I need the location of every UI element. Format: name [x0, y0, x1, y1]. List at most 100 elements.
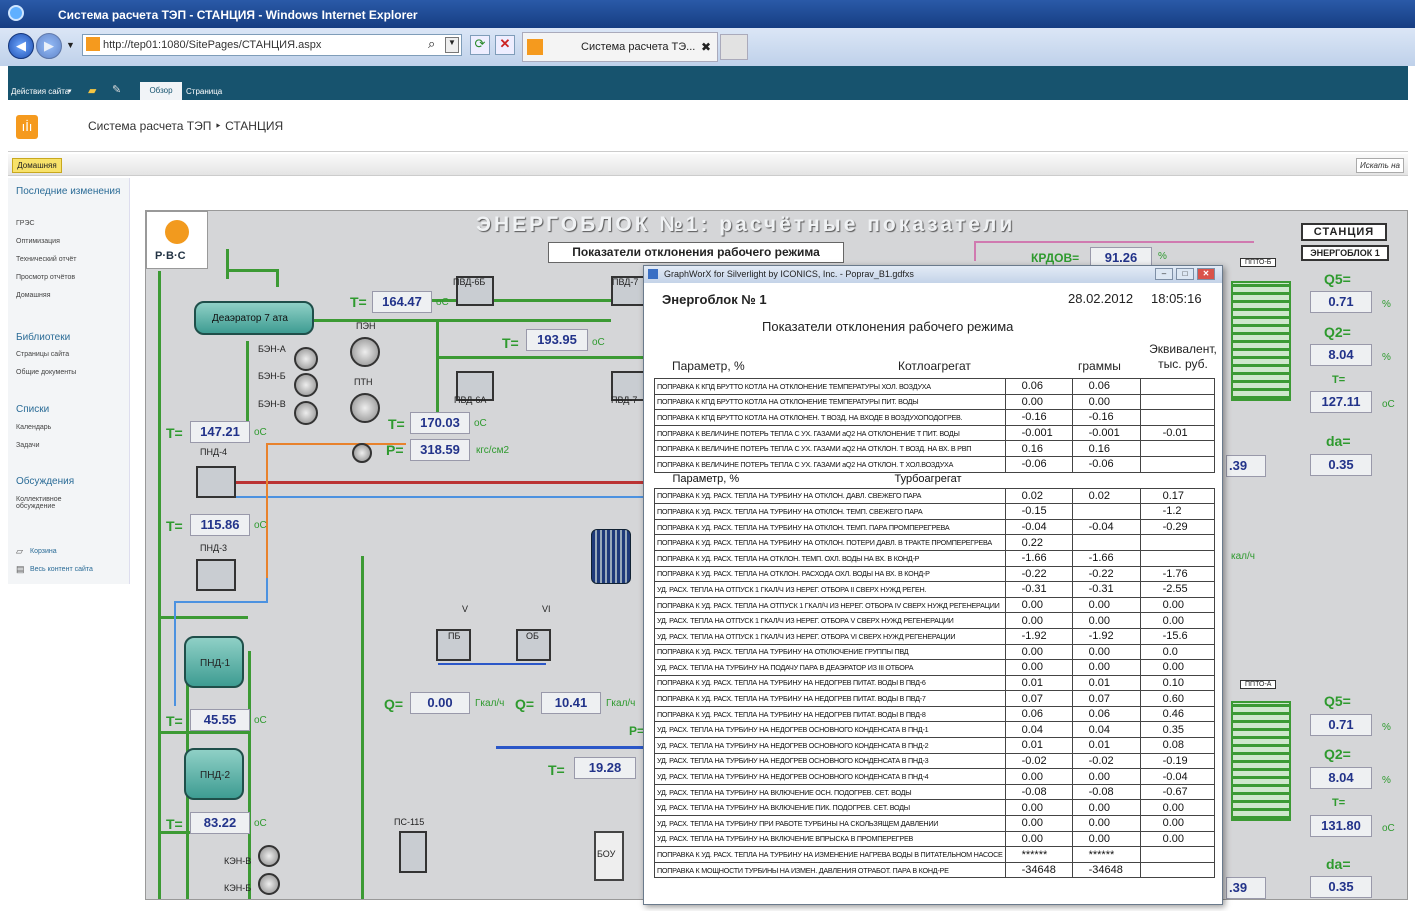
ben-a-pump[interactable] — [294, 347, 318, 371]
t-label: T= — [166, 425, 183, 441]
tab-page[interactable]: Страница — [186, 87, 222, 96]
nav-header-lists[interactable]: Списки — [16, 404, 126, 415]
t-label: T= — [502, 335, 519, 351]
close-icon[interactable]: ✕ — [1197, 268, 1215, 280]
unit-c: oC — [254, 520, 267, 531]
pink-pipe — [974, 241, 976, 261]
stop-icon[interactable]: ✕ — [495, 35, 515, 55]
forward-button[interactable]: ▶ — [36, 33, 62, 59]
grams-cell — [1071, 503, 1141, 520]
search-icon[interactable]: ⌕ — [428, 36, 435, 52]
refresh-icon[interactable]: ⟳ — [470, 35, 490, 55]
equiv-cell: 0.17 — [1139, 487, 1215, 505]
pnd3-label: ПНД-3 — [200, 543, 228, 553]
nav-item-tasks[interactable]: Задачи — [16, 442, 40, 449]
grams-cell: -0.31 — [1071, 581, 1141, 598]
nav-item-gres[interactable]: ГРЭС — [16, 220, 35, 227]
pnd3-heater[interactable] — [196, 559, 236, 591]
ptn-valve[interactable] — [352, 443, 372, 463]
rvs-logo-text: Р·В·С — [155, 250, 186, 262]
maximize-icon[interactable]: □ — [1176, 268, 1194, 280]
minimize-icon[interactable]: – — [1155, 268, 1173, 280]
generator-icon[interactable] — [591, 529, 631, 584]
browser-tab[interactable]: Система расчета ТЭ... ✖ — [522, 32, 718, 62]
col-param: Параметр, % — [672, 472, 740, 485]
param-cell: ПОПРАВКА К УД. РАСХ. ТЕПЛА НА ОТПУСК 1 Г… — [654, 596, 1006, 614]
table-row: УД. РАСХ. ТЕПЛА НА ТУРБИНУ НА ВКЛЮЧЕНИЕ … — [654, 783, 1215, 801]
edit-page-icon[interactable]: ✎ — [112, 83, 121, 96]
pen-pump[interactable] — [350, 337, 380, 367]
tab-close-icon[interactable]: ✖ — [701, 33, 711, 61]
ken-b-label: КЭН-Б — [224, 883, 252, 893]
pnd1-tank[interactable]: ПНД-1 — [184, 636, 244, 688]
nav-item-calendar[interactable]: Календарь — [16, 424, 51, 431]
back-button[interactable]: ◀ — [8, 33, 34, 59]
param-cell: ПОПРАВКА К УД. РАСХ. ТЕПЛА НА ОТКЛОН. РА… — [654, 565, 1006, 583]
deviation-button[interactable]: Показатели отклонения рабочего режима — [548, 242, 844, 263]
unit-c: oC — [436, 297, 449, 308]
search-link[interactable]: Искать на — [1356, 158, 1404, 173]
nav-item-all-content[interactable]: Весь контент сайта — [30, 566, 93, 573]
site-actions-menu[interactable]: Действия сайта — [11, 87, 69, 96]
equiv-cell: -2.55 — [1139, 581, 1215, 598]
chevron-down-icon[interactable]: ▾ — [68, 87, 72, 95]
col-equiv: Эквивалент, тыс. руб. — [1149, 342, 1217, 371]
breadcrumb[interactable]: Система расчета ТЭП ‣ СТАНЦИЯ — [88, 119, 283, 133]
left-navigation: Последние изменения ГРЭС Оптимизация Тех… — [8, 178, 130, 584]
param-cell: ПОПРАВКА К ВЕЛИЧИНЕ ПОТЕРЬ ТЕПЛА С УХ. Г… — [654, 424, 1006, 442]
pipe — [361, 556, 364, 899]
nav-item-team-discussion[interactable]: Коллективное обсуждение — [16, 496, 96, 510]
unit-c: oC — [474, 418, 487, 429]
pnd2-tank[interactable]: ПНД-2 — [184, 748, 244, 800]
ben-v-pump[interactable] — [294, 401, 318, 425]
param-cell: УД. РАСХ. ТЕПЛА НА ТУРБИНУ НА НЕДОГРЕВ О… — [654, 752, 1006, 770]
address-dropdown-icon[interactable]: ▼ — [445, 37, 459, 53]
value-cell: 0.06 — [1004, 378, 1073, 395]
nav-item-recycle-bin[interactable]: Корзина — [30, 548, 57, 555]
nav-item-optimization[interactable]: Оптимизация — [16, 238, 60, 245]
ken-v-pump[interactable] — [258, 845, 280, 867]
grams-cell: 0.00 — [1071, 393, 1141, 411]
nav-item-reports[interactable]: Просмотр отчётов — [16, 274, 75, 281]
tab-browse[interactable]: Обзор — [140, 82, 182, 100]
t-right-value: 131.80 — [1310, 815, 1372, 837]
nav-item-home[interactable]: Домашняя — [16, 292, 50, 299]
grams-cell: 0.16 — [1071, 440, 1141, 457]
param-cell: УД. РАСХ. ТЕПЛА НА ТУРБИНУ НА ВКЛЮЧЕНИЕ … — [654, 799, 1006, 817]
pnd4-heater[interactable] — [196, 466, 236, 498]
folder-icon[interactable]: ▰ — [88, 84, 96, 97]
ken-b-pump[interactable] — [258, 873, 280, 895]
nav-header-recent[interactable]: Последние изменения — [16, 186, 126, 197]
nav-item-shared-docs[interactable]: Общие документы — [16, 369, 76, 376]
grams-cell: 0.06 — [1071, 378, 1141, 395]
nav-header-libraries[interactable]: Библиотеки — [16, 332, 126, 343]
param-cell: УД. РАСХ. ТЕПЛА НА ТУРБИНУ НА ВКЛЮЧЕНИЕ … — [654, 783, 1006, 801]
value-cell: -0.001 — [1004, 424, 1073, 442]
pipe — [174, 601, 176, 706]
table-row: УД. РАСХ. ТЕПЛА НА ОТПУСК 1 ГКАЛ/Ч ИЗ НЕ… — [654, 581, 1215, 598]
ptn-pump[interactable] — [350, 393, 380, 423]
da-label: da= — [1326, 856, 1351, 872]
pipe — [226, 249, 229, 279]
tab-home[interactable]: Домашняя — [12, 158, 62, 173]
dialog-heading: Показатели отклонения рабочего режима — [762, 319, 1014, 334]
nav-header-discussions[interactable]: Обсуждения — [16, 476, 126, 487]
history-dropdown-icon[interactable]: ▼ — [66, 40, 75, 50]
equiv-cell: -0.29 — [1139, 518, 1215, 536]
url-input[interactable]: http://tep01:1080/SitePages/СТАНЦИЯ.aspx — [82, 34, 462, 56]
dialog-titlebar[interactable]: GraphWorX for Silverlight by ICONICS, In… — [644, 266, 1222, 283]
ben-b-pump[interactable] — [294, 373, 318, 397]
bou-unit[interactable]: БОУ — [594, 831, 624, 881]
deaerator-tank[interactable]: Деаэратор 7 ата — [194, 301, 314, 335]
tab-favicon-icon — [527, 39, 543, 55]
station-button[interactable]: СТАНЦИЯ — [1301, 223, 1387, 241]
site-favicon-icon — [86, 37, 100, 51]
unit-pct: % — [1382, 775, 1391, 786]
ps115-heater[interactable] — [399, 831, 427, 873]
unit1-button[interactable]: ЭНЕРГОБЛОК 1 — [1301, 245, 1389, 261]
nav-item-site-pages[interactable]: Страницы сайта — [16, 351, 69, 358]
address-bar-row: ◀ ▶ ▼ http://tep01:1080/SitePages/СТАНЦИ… — [0, 28, 1415, 66]
site-logo-icon[interactable]: ıİı — [16, 115, 38, 139]
nav-item-tech-report[interactable]: Технический отчёт — [16, 256, 76, 263]
new-tab-button[interactable] — [720, 34, 748, 60]
